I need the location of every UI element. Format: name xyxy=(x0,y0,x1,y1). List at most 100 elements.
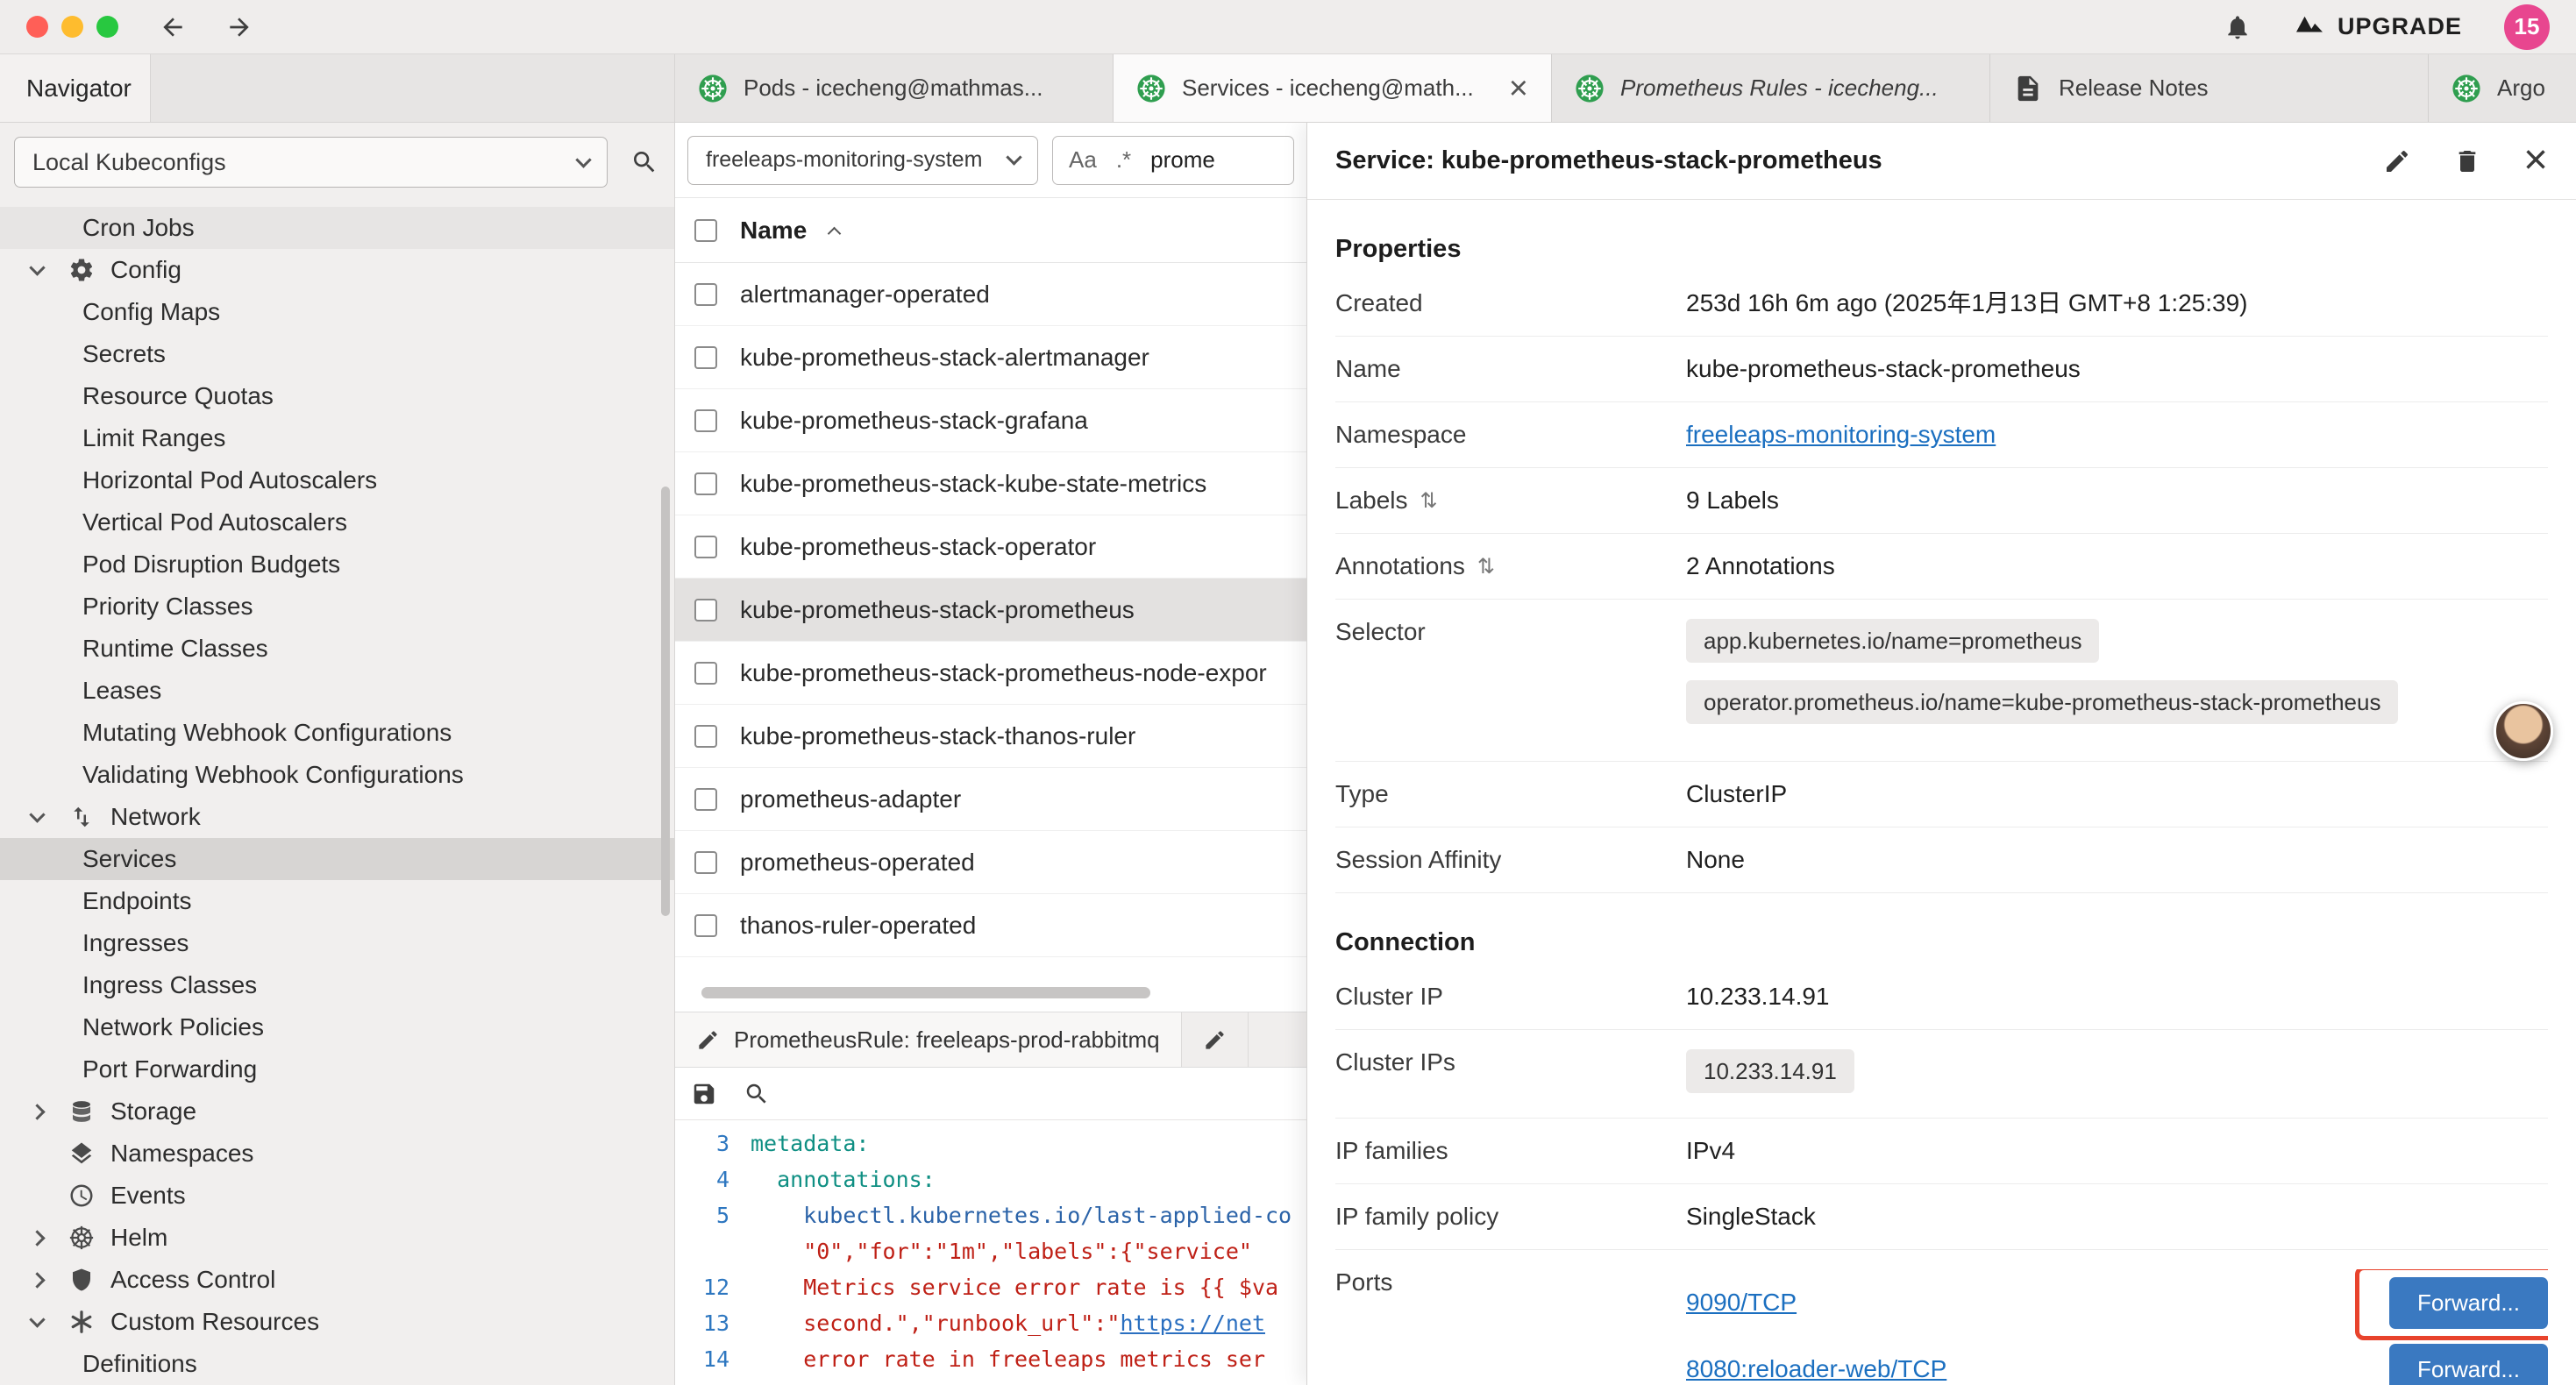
table-row-thanos-ruler-operated[interactable]: thanos-ruler-operated xyxy=(675,894,1306,957)
chevron-down-icon[interactable] xyxy=(29,1311,45,1327)
chevron-down-icon xyxy=(1006,149,1021,165)
table-row-prometheus-operated[interactable]: prometheus-operated xyxy=(675,831,1306,894)
close-panel-button[interactable]: × xyxy=(2523,144,2548,177)
tab-close-icon[interactable]: × xyxy=(1509,72,1528,105)
sidebar-item-resource-quotas[interactable]: Resource Quotas xyxy=(0,375,674,417)
sidebar-item-runtime-classes[interactable]: Runtime Classes xyxy=(0,628,674,670)
sidebar-item-events[interactable]: Events xyxy=(0,1175,674,1217)
row-checkbox[interactable] xyxy=(694,788,717,811)
horizontal-scrollbar-thumb[interactable] xyxy=(701,987,1150,998)
chevron-down-icon[interactable] xyxy=(29,259,45,275)
dock-tab-next[interactable] xyxy=(1182,1012,1249,1067)
tab-pods-icecheng-mathmas[interactable]: Pods - icecheng@mathmas... xyxy=(675,54,1114,122)
notifications-bell-icon[interactable] xyxy=(2224,13,2252,41)
table-row-kube-prometheus-stack-prometheus[interactable]: kube-prometheus-stack-prometheus xyxy=(675,579,1306,642)
chevron-right-icon[interactable] xyxy=(29,1230,45,1246)
row-checkbox[interactable] xyxy=(694,536,717,558)
sidebar-item-config-maps[interactable]: Config Maps xyxy=(0,291,674,333)
select-all-checkbox[interactable] xyxy=(694,219,717,242)
row-checkbox[interactable] xyxy=(694,346,717,369)
sidebar-item-cron-jobs[interactable]: Cron Jobs xyxy=(0,207,674,249)
navigator-title-tab[interactable]: Navigator xyxy=(0,54,151,122)
table-row-prometheus-adapter[interactable]: prometheus-adapter xyxy=(675,768,1306,831)
sidebar-item-mutating-webhook-configurations[interactable]: Mutating Webhook Configurations xyxy=(0,712,674,754)
namespace-filter[interactable]: freeleaps-monitoring-system xyxy=(687,136,1038,185)
save-button[interactable] xyxy=(691,1081,717,1107)
regex-toggle[interactable]: .* xyxy=(1116,146,1131,174)
sidebar-item-vertical-pod-autoscalers[interactable]: Vertical Pod Autoscalers xyxy=(0,501,674,543)
sidebar-item-services[interactable]: Services xyxy=(0,838,674,880)
sidebar-item-access-control[interactable]: Access Control xyxy=(0,1259,674,1301)
back-button[interactable] xyxy=(159,13,187,41)
port-link-9090[interactable]: 9090/TCP xyxy=(1686,1289,1797,1316)
sidebar-search-button[interactable] xyxy=(630,148,658,176)
sidebar-item-limit-ranges[interactable]: Limit Ranges xyxy=(0,417,674,459)
chevron-right-icon[interactable] xyxy=(29,1272,45,1288)
sidebar-item-endpoints[interactable]: Endpoints xyxy=(0,880,674,922)
chevron-down-icon[interactable] xyxy=(29,806,45,822)
sidebar-scrollbar[interactable] xyxy=(661,487,670,916)
tab-prometheus-rules-icecheng[interactable]: Prometheus Rules - icecheng... xyxy=(1552,54,1990,122)
expand-labels-icon[interactable]: ⇅ xyxy=(1420,487,1438,514)
row-checkbox[interactable] xyxy=(694,283,717,306)
sidebar-item-ingresses[interactable]: Ingresses xyxy=(0,922,674,964)
tab-services-icecheng-math[interactable]: Services - icecheng@math...× xyxy=(1114,54,1552,122)
sidebar-item-leases[interactable]: Leases xyxy=(0,670,674,712)
sidebar-item-pod-disruption-budgets[interactable]: Pod Disruption Budgets xyxy=(0,543,674,586)
sort-ascending-icon[interactable] xyxy=(828,227,842,241)
row-checkbox[interactable] xyxy=(694,409,717,432)
tab-argo-se[interactable]: Argo Se xyxy=(2429,54,2569,122)
sidebar-item-custom-resources[interactable]: Custom Resources xyxy=(0,1301,674,1343)
table-row-kube-prometheus-stack-operator[interactable]: kube-prometheus-stack-operator xyxy=(675,515,1306,579)
forward-button[interactable] xyxy=(225,13,253,41)
editor-search-button[interactable] xyxy=(744,1081,770,1107)
minimize-window-button[interactable] xyxy=(61,16,83,38)
row-checkbox[interactable] xyxy=(694,599,717,621)
forward-button-8080[interactable]: Forward... xyxy=(2389,1344,2548,1385)
sidebar-item-port-forwarding[interactable]: Port Forwarding xyxy=(0,1048,674,1090)
sidebar-item-network[interactable]: Network xyxy=(0,796,674,838)
navigator-title: Navigator xyxy=(26,75,132,103)
namespace-link[interactable]: freeleaps-monitoring-system xyxy=(1686,422,1996,448)
row-checkbox[interactable] xyxy=(694,662,717,685)
port-link-8080[interactable]: 8080:reloader-web/TCP xyxy=(1686,1356,1946,1382)
list-search-input[interactable]: Aa .* prome xyxy=(1052,136,1294,185)
sidebar-item-config[interactable]: Config xyxy=(0,249,674,291)
kubeconfig-selector[interactable]: Local Kubeconfigs xyxy=(14,137,608,188)
sidebar-item-helm[interactable]: Helm xyxy=(0,1217,674,1259)
table-row-kube-prometheus-stack-kube-state-metrics[interactable]: kube-prometheus-stack-kube-state-metrics xyxy=(675,452,1306,515)
close-window-button[interactable] xyxy=(26,16,48,38)
tab-release-notes[interactable]: Release Notes xyxy=(1990,54,2429,122)
dock-tab-prometheusrule[interactable]: PrometheusRule: freeleaps-prod-rabbitmq xyxy=(675,1012,1182,1067)
table-row-kube-prometheus-stack-prometheus-node-expor[interactable]: kube-prometheus-stack-prometheus-node-ex… xyxy=(675,642,1306,705)
avatar[interactable] xyxy=(2494,701,2553,761)
sidebar-item-definitions[interactable]: Definitions xyxy=(0,1343,674,1385)
sidebar-item-namespaces[interactable]: Namespaces xyxy=(0,1133,674,1175)
table-row-kube-prometheus-stack-thanos-ruler[interactable]: kube-prometheus-stack-thanos-ruler xyxy=(675,705,1306,768)
sidebar-item-horizontal-pod-autoscalers[interactable]: Horizontal Pod Autoscalers xyxy=(0,459,674,501)
table-row-kube-prometheus-stack-grafana[interactable]: kube-prometheus-stack-grafana xyxy=(675,389,1306,452)
sidebar-item-validating-webhook-configurations[interactable]: Validating Webhook Configurations xyxy=(0,754,674,796)
row-checkbox[interactable] xyxy=(694,851,717,874)
chevron-right-icon[interactable] xyxy=(29,1104,45,1119)
sidebar-item-network-policies[interactable]: Network Policies xyxy=(0,1006,674,1048)
sidebar-item-storage[interactable]: Storage xyxy=(0,1090,674,1133)
upgrade-button[interactable]: UPGRADE xyxy=(2294,13,2462,40)
yaml-editor[interactable]: 3metadata:4 annotations:5 kubectl.kubern… xyxy=(675,1120,1306,1377)
edit-button[interactable] xyxy=(2383,147,2411,175)
column-header-name[interactable]: Name xyxy=(740,217,807,245)
delete-button[interactable] xyxy=(2453,147,2481,175)
row-checkbox[interactable] xyxy=(694,725,717,748)
match-case-toggle[interactable]: Aa xyxy=(1069,146,1097,174)
table-row-alertmanager-operated[interactable]: alertmanager-operated xyxy=(675,263,1306,326)
sidebar-item-ingress-classes[interactable]: Ingress Classes xyxy=(0,964,674,1006)
row-checkbox[interactable] xyxy=(694,472,717,495)
expand-annotations-icon[interactable]: ⇅ xyxy=(1477,553,1495,579)
maximize-window-button[interactable] xyxy=(96,16,118,38)
sidebar-item-priority-classes[interactable]: Priority Classes xyxy=(0,586,674,628)
sidebar-item-secrets[interactable]: Secrets xyxy=(0,333,674,375)
row-checkbox[interactable] xyxy=(694,914,717,937)
table-row-kube-prometheus-stack-alertmanager[interactable]: kube-prometheus-stack-alertmanager xyxy=(675,326,1306,389)
notification-count-badge[interactable]: 15 xyxy=(2504,4,2550,50)
forward-button-9090[interactable]: Forward... xyxy=(2389,1277,2548,1329)
